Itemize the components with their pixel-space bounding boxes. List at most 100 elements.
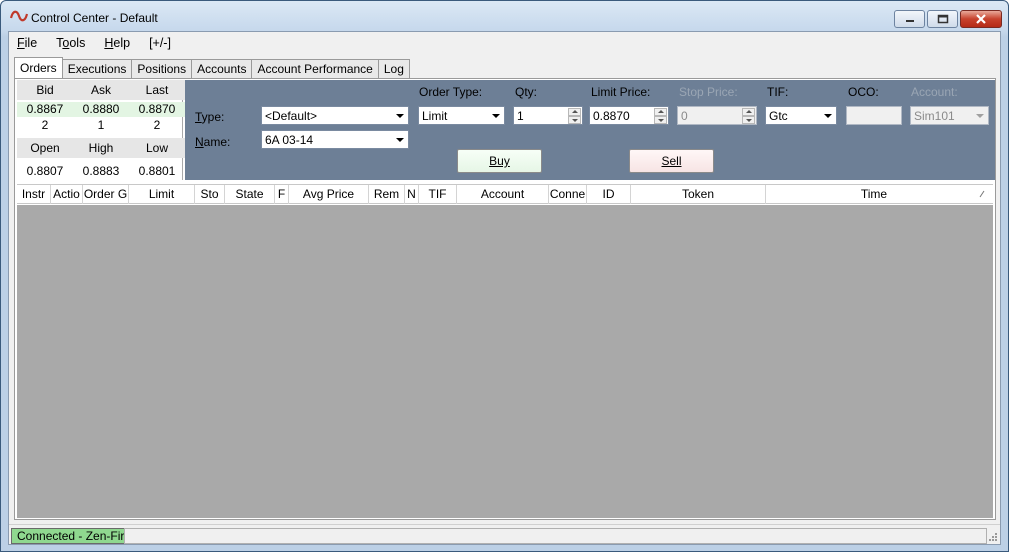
- tab-accounts[interactable]: Accounts: [191, 59, 253, 78]
- chevron-down-icon: [492, 114, 500, 118]
- column-header[interactable]: Token: [631, 185, 766, 204]
- tif-label: TIF:: [767, 85, 789, 99]
- column-header[interactable]: Conne: [549, 185, 587, 204]
- stop-price-label: Stop Price:: [679, 85, 738, 99]
- menu-bar: File Tools Help [+/-]: [9, 32, 1000, 54]
- column-header[interactable]: Time: [766, 185, 982, 204]
- column-header[interactable]: Actio: [51, 185, 83, 204]
- ask-label: Ask: [73, 80, 129, 100]
- tab-positions[interactable]: Positions: [131, 59, 193, 78]
- order-type-label: Order Type:: [419, 85, 483, 99]
- name-label: Name:: [195, 135, 231, 149]
- maximize-button[interactable]: [927, 10, 958, 28]
- chevron-down-icon: [396, 138, 404, 142]
- sort-indicator-icon: [979, 190, 985, 198]
- open-label: Open: [17, 138, 73, 158]
- column-header[interactable]: State: [225, 185, 275, 204]
- market-quote-box: Bid Ask Last 0.8867 0.8880 0.8870 2 1 2 …: [17, 80, 185, 180]
- spin-up-icon: [742, 108, 755, 116]
- column-header[interactable]: Rem: [369, 185, 405, 204]
- spin-up-icon[interactable]: [654, 108, 667, 116]
- orders-grid-header: Instr Actio Order G Limit Sto State F Av…: [17, 184, 993, 204]
- column-header[interactable]: Account: [457, 185, 549, 204]
- instrument-name-select[interactable]: 6A 03-14: [261, 130, 409, 149]
- spin-down-icon: [742, 116, 755, 124]
- bid-size: 2: [41, 118, 49, 132]
- order-type-value: Limit: [422, 109, 448, 123]
- column-header[interactable]: Sto: [195, 185, 225, 204]
- tab-log[interactable]: Log: [377, 59, 410, 78]
- last-label: Last: [129, 80, 185, 100]
- column-header[interactable]: Avg Price: [289, 185, 369, 204]
- column-header[interactable]: Order G: [83, 185, 129, 204]
- type-label: Type:: [195, 110, 225, 124]
- chevron-down-icon: [396, 114, 404, 118]
- chevron-down-icon: [824, 114, 832, 118]
- menu-help[interactable]: Help: [104, 36, 130, 50]
- tif-select[interactable]: Gtc: [765, 106, 837, 125]
- close-button[interactable]: [960, 10, 1002, 28]
- stop-price-stepper: 0: [677, 106, 757, 125]
- low-label: Low: [129, 138, 185, 158]
- account-select: Sim101: [910, 106, 989, 125]
- limit-price-label: Limit Price:: [591, 85, 651, 99]
- buy-button[interactable]: Buy: [457, 149, 542, 173]
- connection-status-badge: Connected - Zen-Fire: [11, 528, 138, 544]
- bid-price: 0.8867: [17, 102, 73, 117]
- stop-price-value: 0: [681, 109, 688, 123]
- buy-button-label: Buy: [489, 154, 510, 168]
- tab-executions[interactable]: Executions: [61, 59, 133, 78]
- column-header[interactable]: F: [275, 185, 289, 204]
- tab-orders[interactable]: Orders: [14, 57, 63, 78]
- instrument-name-value: 6A 03-14: [265, 133, 314, 147]
- app-logo-icon: [10, 10, 28, 22]
- column-header[interactable]: TIF: [419, 185, 457, 204]
- column-header[interactable]: Limit: [129, 185, 195, 204]
- bid-label: Bid: [17, 80, 73, 100]
- type-select-value: <Default>: [265, 109, 318, 123]
- last-price: 0.8870: [129, 102, 185, 117]
- low-price: 0.8801: [138, 164, 176, 178]
- open-price: 0.8807: [26, 164, 64, 178]
- window-title: Control Center - Default: [31, 11, 158, 25]
- column-header[interactable]: Instr: [17, 185, 51, 204]
- ask-price: 0.8880: [73, 102, 129, 117]
- menu-tools[interactable]: Tools: [56, 36, 85, 50]
- sell-button[interactable]: Sell: [629, 149, 714, 173]
- high-label: High: [73, 138, 129, 158]
- qty-value: 1: [517, 109, 524, 123]
- orders-grid-body[interactable]: [17, 205, 993, 518]
- chevron-down-icon: [976, 114, 984, 118]
- qty-label: Qty:: [515, 85, 538, 99]
- tab-account-performance[interactable]: Account Performance: [251, 59, 379, 78]
- menu-expand-collapse[interactable]: [+/-]: [149, 36, 171, 50]
- control-center-window: Control Center - Default File Tools Help…: [0, 0, 1009, 552]
- limit-price-stepper[interactable]: 0.8870: [589, 106, 669, 125]
- maximize-icon: [937, 14, 948, 24]
- oco-field[interactable]: [846, 106, 902, 125]
- status-message-area: [124, 528, 987, 544]
- limit-price-value: 0.8870: [593, 109, 630, 123]
- account-value: Sim101: [914, 109, 955, 123]
- close-icon: [976, 14, 986, 24]
- order-entry-panel: Type: <Default> Name: 6A 03-14 Order Typ…: [185, 80, 995, 180]
- account-label: Account:: [911, 85, 958, 99]
- orders-tab-panel: Bid Ask Last 0.8867 0.8880 0.8870 2 1 2 …: [14, 78, 996, 520]
- minimize-button[interactable]: [894, 10, 925, 28]
- resize-grip-icon[interactable]: [988, 532, 998, 542]
- column-header[interactable]: N: [405, 185, 419, 204]
- status-bar: Connected - Zen-Fire: [9, 524, 1000, 544]
- title-bar[interactable]: Control Center - Default: [1, 1, 1008, 31]
- type-select[interactable]: <Default>: [261, 106, 409, 125]
- spin-down-icon[interactable]: [568, 116, 581, 124]
- ask-size: 1: [97, 118, 105, 132]
- spin-down-icon[interactable]: [654, 116, 667, 124]
- qty-stepper[interactable]: 1: [513, 106, 583, 125]
- order-type-select[interactable]: Limit: [418, 106, 505, 125]
- spin-up-icon[interactable]: [568, 108, 581, 116]
- column-header[interactable]: ID: [587, 185, 631, 204]
- minimize-icon: [905, 20, 914, 22]
- last-size: 2: [153, 118, 161, 132]
- menu-file[interactable]: File: [17, 36, 37, 50]
- high-price: 0.8883: [82, 164, 120, 178]
